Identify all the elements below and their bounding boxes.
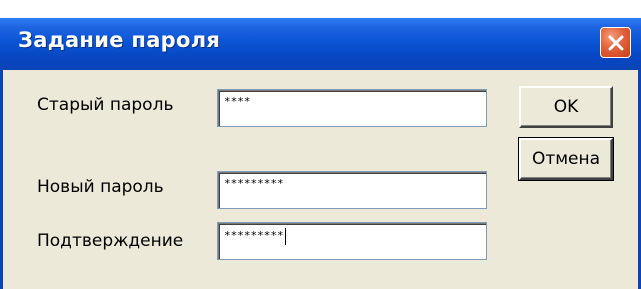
text-caret [284,228,286,245]
top-strip [0,0,641,18]
cancel-button[interactable]: Отмена [518,137,614,181]
confirm-password-value: ********* [224,229,284,242]
password-dialog: Задание пароля Старый пароль **** Новый … [0,0,641,289]
old-password-label: Старый пароль [37,95,174,115]
confirm-password-field[interactable]: ********* [217,222,487,260]
close-icon [606,33,626,53]
old-password-field[interactable]: **** [217,89,487,127]
new-password-value: ********* [224,177,284,190]
title-bar[interactable]: Задание пароля [0,18,641,70]
new-password-label: Новый пароль [37,177,164,197]
dialog-body: Старый пароль **** Новый пароль ********… [0,70,641,289]
window-title: Задание пароля [18,28,221,52]
ok-button[interactable]: OK [519,86,613,128]
new-password-field[interactable]: ********* [217,171,487,209]
confirm-password-label: Подтверждение [37,231,184,251]
close-button[interactable] [600,27,631,58]
old-password-value: **** [224,95,251,108]
